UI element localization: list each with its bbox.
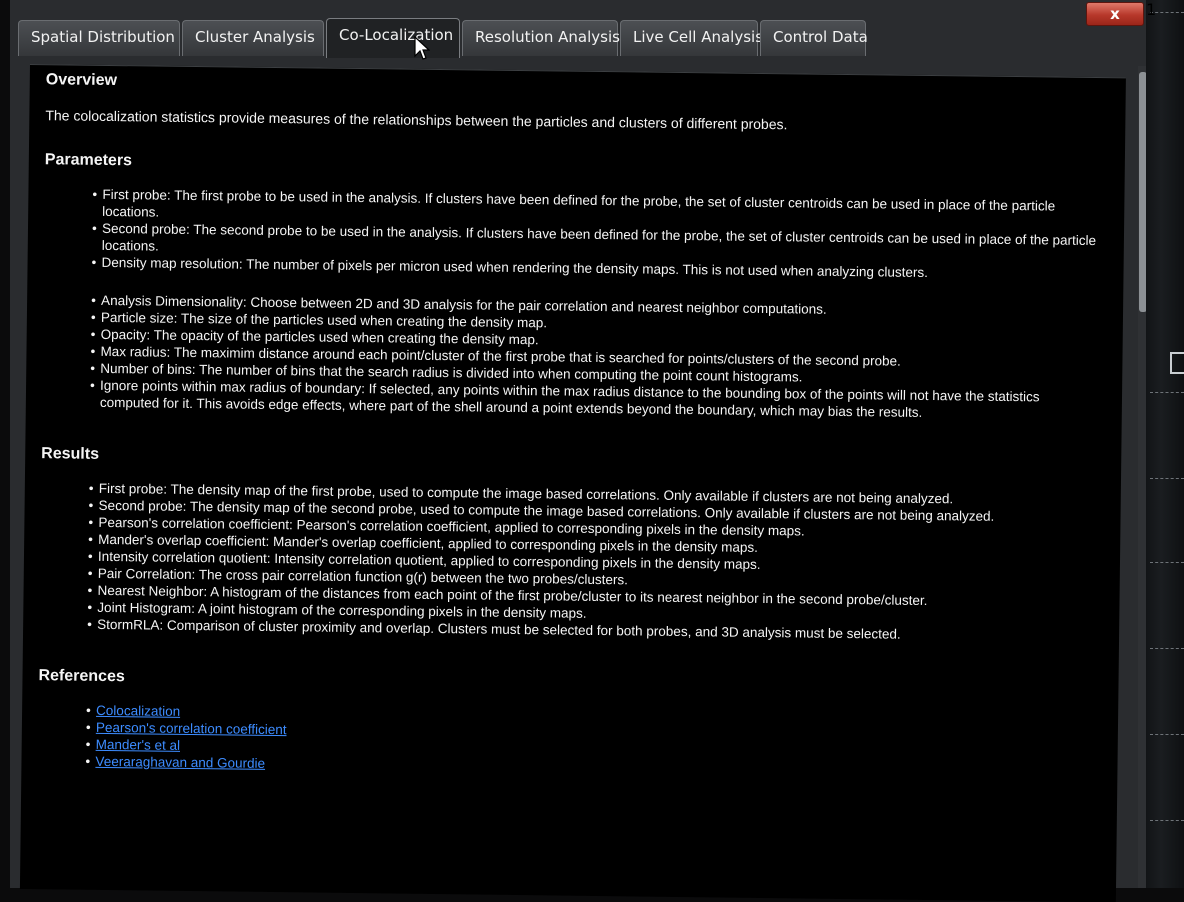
- tab-bar: Spatial Distribution Cluster Analysis Co…: [18, 18, 1138, 64]
- parameters-heading: Parameters: [44, 151, 133, 170]
- link-colocalization[interactable]: Colocalization: [96, 703, 180, 719]
- close-button[interactable]: x: [1086, 2, 1144, 26]
- tab-spatial-distribution[interactable]: Spatial Distribution: [18, 20, 180, 56]
- tab-live-cell-analysis[interactable]: Live Cell Analysis: [620, 20, 763, 56]
- panel-toggle-icon[interactable]: [1170, 352, 1184, 374]
- divider: [1150, 734, 1184, 736]
- link-manders-et-al[interactable]: Mander's et al: [96, 737, 181, 753]
- tab-cluster-analysis[interactable]: Cluster Analysis: [182, 20, 324, 56]
- divider: [1150, 648, 1184, 650]
- tab-control-data[interactable]: Control Data: [760, 20, 868, 56]
- side-number: 1: [1146, 0, 1157, 19]
- divider: [1150, 392, 1184, 394]
- divider: [1150, 562, 1184, 564]
- overview-text: The colocalization statistics provide me…: [45, 107, 788, 133]
- parameters-list-2: Analysis Dimensionality: Choose between …: [90, 292, 1101, 423]
- references-heading: References: [38, 667, 125, 686]
- background-window-edge: [1146, 0, 1184, 888]
- references-list: Colocalization Pearson's correlation coe…: [85, 702, 1096, 782]
- overview-heading: Overview: [45, 71, 118, 90]
- divider: [1150, 478, 1184, 480]
- mouse-cursor-icon: [414, 36, 430, 60]
- divider: [1150, 820, 1184, 822]
- results-list: First probe: The density map of the firs…: [87, 480, 1099, 645]
- results-heading: Results: [41, 445, 100, 463]
- parameters-list-1: First probe: The first probe to be used …: [91, 186, 1102, 283]
- link-pearsons-correlation-coefficient[interactable]: Pearson's correlation coefficient: [96, 720, 287, 737]
- help-content-pane: Overview The colocalization statistics p…: [19, 64, 1126, 902]
- link-veeraraghavan-and-gourdie[interactable]: Veeraraghavan and Gourdie: [95, 754, 265, 771]
- co-localization-window: Spatial Distribution Cluster Analysis Co…: [10, 0, 1148, 902]
- tab-resolution-analysis[interactable]: Resolution Analysis: [462, 20, 620, 56]
- tab-co-localization[interactable]: Co-Localization: [326, 18, 460, 58]
